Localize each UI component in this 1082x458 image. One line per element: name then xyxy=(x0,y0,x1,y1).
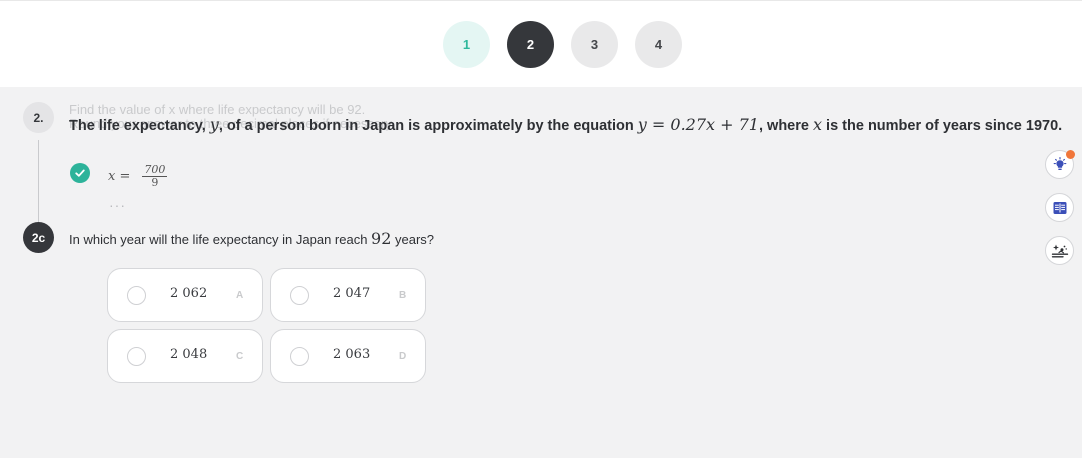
reference-table-icon xyxy=(1053,201,1066,214)
choice-letter: B xyxy=(399,290,407,301)
explain-button[interactable] xyxy=(1045,236,1074,265)
answer-fraction: 700 9 xyxy=(142,164,168,189)
top-bar: 1 2 3 4 xyxy=(0,0,1082,87)
choice-value: 2 063 xyxy=(333,347,371,362)
step-3-button[interactable]: 3 xyxy=(571,21,618,68)
choice-letter: D xyxy=(399,351,407,362)
stem-text-3: , where xyxy=(758,118,813,134)
stem-equation: y = 0.27x + 71 xyxy=(637,115,759,134)
question-part-badge: 2c xyxy=(23,222,54,253)
question-value: 92 xyxy=(371,229,392,248)
answer-choice-c[interactable]: 2 048 C xyxy=(107,329,263,383)
question-text-after: years? xyxy=(391,232,435,247)
lightbulb-hint-icon xyxy=(1053,156,1066,170)
stem-var-y: y xyxy=(209,115,219,134)
answer-choice-b[interactable]: 2 047 B xyxy=(270,268,426,322)
problem-stem: The life expectancy, y, of a person born… xyxy=(69,115,1062,134)
answer-choice-d[interactable]: 2 063 D xyxy=(270,329,426,383)
reference-table-button[interactable] xyxy=(1045,193,1074,222)
stem-text-4: is the number of years since 1970. xyxy=(822,118,1063,134)
step-navigator: 1 2 3 4 xyxy=(443,21,682,68)
choice-value: 2 048 xyxy=(170,347,208,362)
more-steps-dots[interactable]: ··· xyxy=(109,197,126,213)
radio-button[interactable] xyxy=(290,286,309,305)
problem-number-badge: 2. xyxy=(23,102,54,133)
choice-letter: C xyxy=(236,351,244,362)
previous-answer: x = 700 9 xyxy=(108,164,168,189)
stem-var-x: x xyxy=(812,115,823,134)
question-text-before: In which year will the life expectancy i… xyxy=(69,232,372,247)
check-icon xyxy=(70,163,90,183)
progress-connector-line xyxy=(38,140,39,226)
step-2-button[interactable]: 2 xyxy=(507,21,554,68)
choice-letter: A xyxy=(236,290,244,301)
radio-button[interactable] xyxy=(290,347,309,366)
stem-text-1: The life expectancy, xyxy=(69,118,210,134)
radio-button[interactable] xyxy=(127,347,146,366)
choice-value: 2 062 xyxy=(170,286,208,301)
radio-button[interactable] xyxy=(127,286,146,305)
notification-dot xyxy=(1066,150,1075,159)
answer-variable: x = xyxy=(108,169,131,184)
answer-choice-a[interactable]: 2 062 A xyxy=(107,268,263,322)
step-4-button[interactable]: 4 xyxy=(635,21,682,68)
step-1-button[interactable]: 1 xyxy=(443,21,490,68)
question-prompt: In which year will the life expectancy i… xyxy=(69,229,434,248)
sparkle-explain-icon xyxy=(1051,244,1068,257)
stem-text-2: , of a person born in Japan is approxima… xyxy=(218,118,638,134)
answer-denominator: 9 xyxy=(151,176,159,189)
choice-value: 2 047 xyxy=(333,286,371,301)
